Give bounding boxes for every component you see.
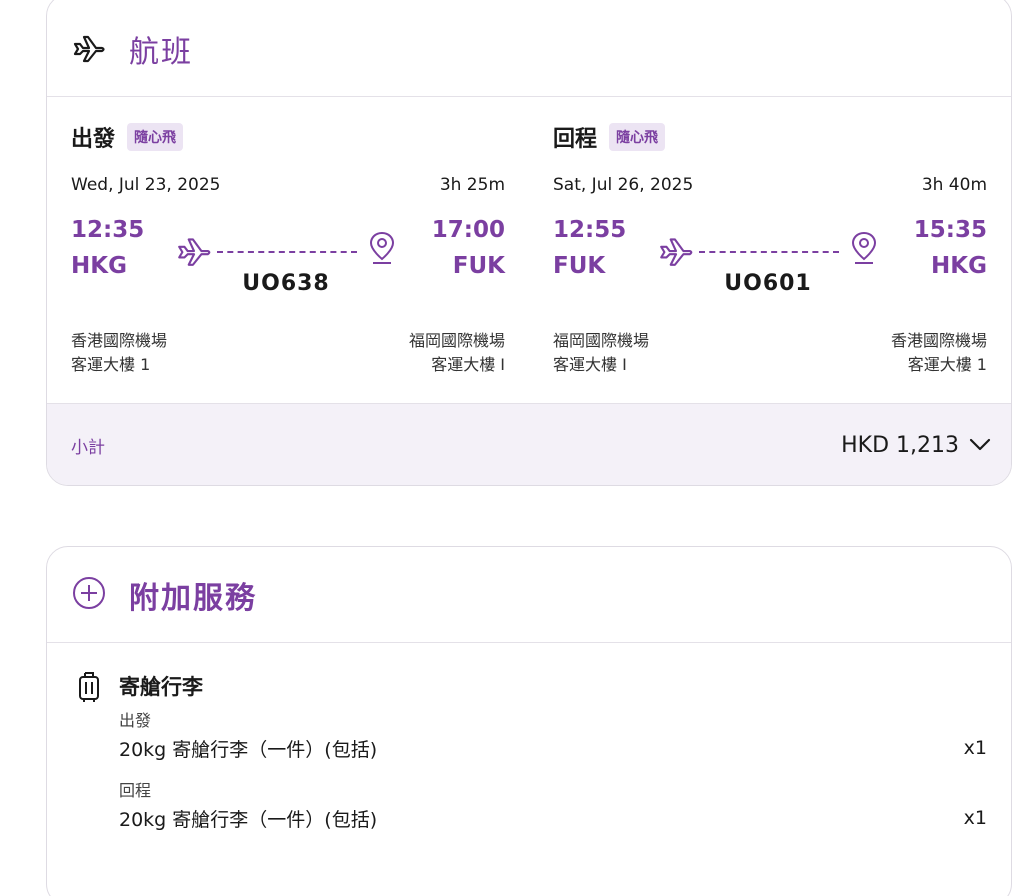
outbound-arrival-code: FUK [452, 253, 505, 279]
outbound-arrival-airport: 福岡國際機場 客運大樓 I [409, 329, 505, 377]
route-dashed-line [217, 251, 357, 253]
return-departure-time: 12:55 [553, 217, 627, 243]
fare-badge: 隨心飛 [609, 123, 666, 151]
return-flight-number: UO601 [724, 271, 812, 296]
plus-circle-icon [71, 575, 107, 615]
route-dashed-line [699, 251, 839, 253]
baggage-outbound-qty: x1 [963, 737, 987, 759]
airplane-icon [175, 231, 213, 273]
baggage-title: 寄艙行李 [119, 675, 203, 699]
flight-card-title: 航班 [129, 34, 193, 70]
terminal-name: 客運大樓 1 [907, 355, 987, 374]
airport-name: 香港國際機場 [71, 331, 168, 350]
airport-name: 香港國際機場 [890, 331, 987, 350]
outbound-date: Wed, Jul 23, 2025 [71, 175, 221, 195]
return-arrival-code: HKG [931, 253, 987, 279]
return-route-graphic [657, 231, 877, 271]
outbound-departure-airport: 香港國際機場 客運大樓 1 [71, 329, 167, 377]
return-arrival-time: 15:35 [913, 217, 987, 243]
terminal-name: 客運大樓 1 [71, 355, 151, 374]
addon-card-header: 附加服務 [47, 547, 1011, 643]
return-leg-title: 回程 隨心飛 [553, 121, 666, 153]
airport-name: 福岡國際機場 [408, 331, 505, 350]
terminal-name: 客運大樓 I [553, 355, 627, 374]
outbound-flight-number: UO638 [242, 271, 330, 296]
subtotal-toggle-button[interactable]: HKD 1,213 [841, 433, 991, 458]
airplane-icon [657, 231, 695, 273]
return-departure-airport: 福岡國際機場 客運大樓 I [553, 329, 649, 377]
location-pin-icon [367, 229, 397, 273]
outbound-label: 出發 [71, 127, 116, 152]
luggage-icon [77, 671, 101, 707]
outbound-departure-code: HKG [71, 253, 127, 279]
outbound-duration: 3h 25m [439, 175, 505, 195]
return-arrival-airport: 香港國際機場 客運大樓 1 [891, 329, 987, 377]
location-pin-icon [849, 229, 879, 273]
outbound-route-graphic [175, 231, 395, 271]
outbound-arrival-time: 17:00 [431, 217, 505, 243]
airport-name: 福岡國際機場 [553, 331, 650, 350]
subtotal-row: 小計 HKD 1,213 [47, 403, 1011, 485]
subtotal-label: 小計 [71, 438, 105, 458]
subtotal-amount: HKD 1,213 [841, 433, 959, 458]
return-label: 回程 [553, 127, 598, 152]
return-duration: 3h 40m [921, 175, 987, 195]
chevron-down-icon [959, 433, 991, 458]
flight-card-header: 航班 [47, 0, 1011, 97]
outbound-leg-title: 出發 隨心飛 [71, 121, 184, 153]
baggage-return-qty: x1 [963, 807, 987, 829]
addon-card-title: 附加服務 [129, 580, 257, 616]
checked-baggage-section: 寄艙行李 出發 20kg 寄艙行李（一件）(包括) x1 回程 20kg 寄艙行… [47, 643, 1011, 863]
terminal-name: 客運大樓 I [431, 355, 505, 374]
flight-legs: 出發 隨心飛 Wed, Jul 23, 2025 3h 25m 12:35 HK… [47, 97, 1011, 403]
flight-card: 航班 出發 隨心飛 Wed, Jul 23, 2025 3h 25m 12:35… [46, 0, 1012, 486]
return-departure-code: FUK [553, 253, 606, 279]
return-leg: 回程 隨心飛 Sat, Jul 26, 2025 3h 40m 12:55 FU… [553, 97, 987, 403]
baggage-return-label: 回程 [119, 781, 152, 800]
airplane-icon [71, 29, 107, 69]
return-date: Sat, Jul 26, 2025 [553, 175, 694, 195]
addon-services-card: 附加服務 寄艙行李 出發 20kg 寄艙行李（一件）(包括) x1 回程 20k… [46, 546, 1012, 896]
fare-badge: 隨心飛 [127, 123, 184, 151]
baggage-outbound-label: 出發 [119, 711, 152, 730]
outbound-leg: 出發 隨心飛 Wed, Jul 23, 2025 3h 25m 12:35 HK… [71, 97, 505, 403]
baggage-return-item: 20kg 寄艙行李（一件）(包括) [119, 809, 378, 831]
outbound-departure-time: 12:35 [71, 217, 145, 243]
baggage-outbound-item: 20kg 寄艙行李（一件）(包括) [119, 739, 378, 761]
